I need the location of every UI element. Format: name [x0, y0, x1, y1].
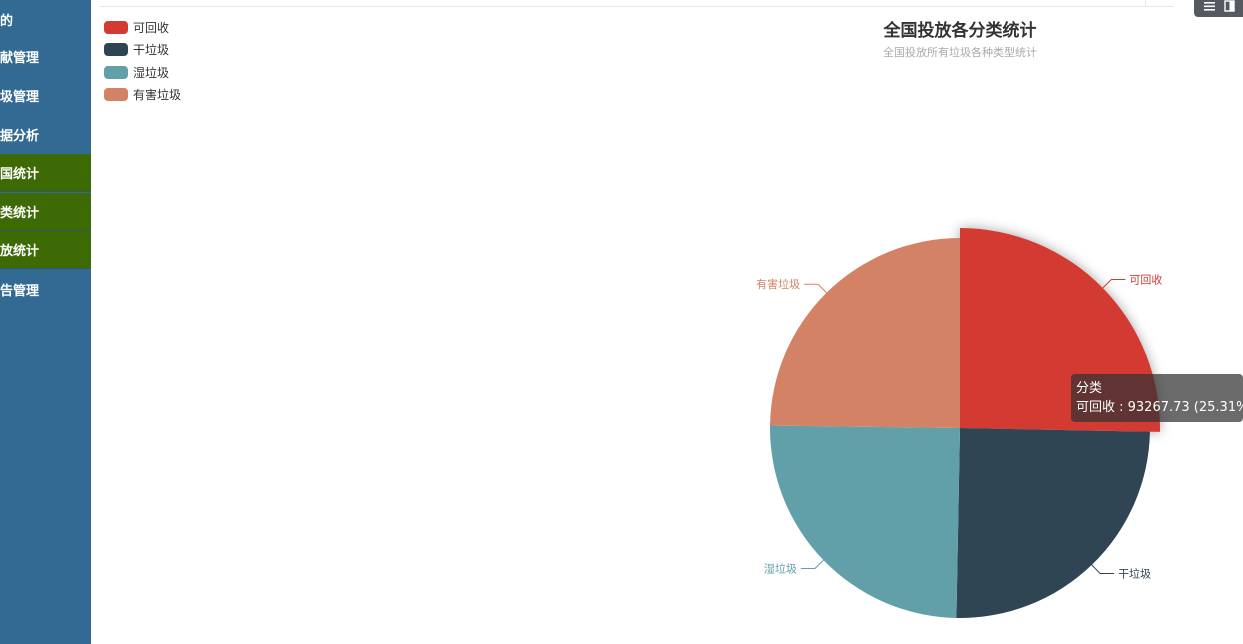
pie-label-line [800, 559, 824, 570]
pie-slice[interactable] [956, 428, 1150, 618]
tooltip-value: 可回收 : 93267.73 (25.31%) [1076, 400, 1243, 415]
pie-label: 有害垃圾 [756, 277, 800, 291]
pie-slice[interactable] [770, 238, 960, 428]
chart-tooltip: 分类 可回收 : 93267.73 (25.31%) [1071, 374, 1243, 422]
pie-label: 湿垃圾 [764, 562, 797, 576]
tooltip-title: 分类 [1076, 381, 1103, 396]
pie-label-line [804, 283, 827, 294]
pie-label-line [1091, 564, 1115, 575]
pie-slice[interactable] [770, 425, 960, 618]
pie-chart: 可回收干垃圾 湿垃圾 有害垃圾 [756, 228, 1162, 618]
pie-label-line [1102, 279, 1126, 289]
pie-label: 可回收 [1129, 273, 1162, 287]
pie-label: 干垃圾 [1118, 567, 1151, 581]
